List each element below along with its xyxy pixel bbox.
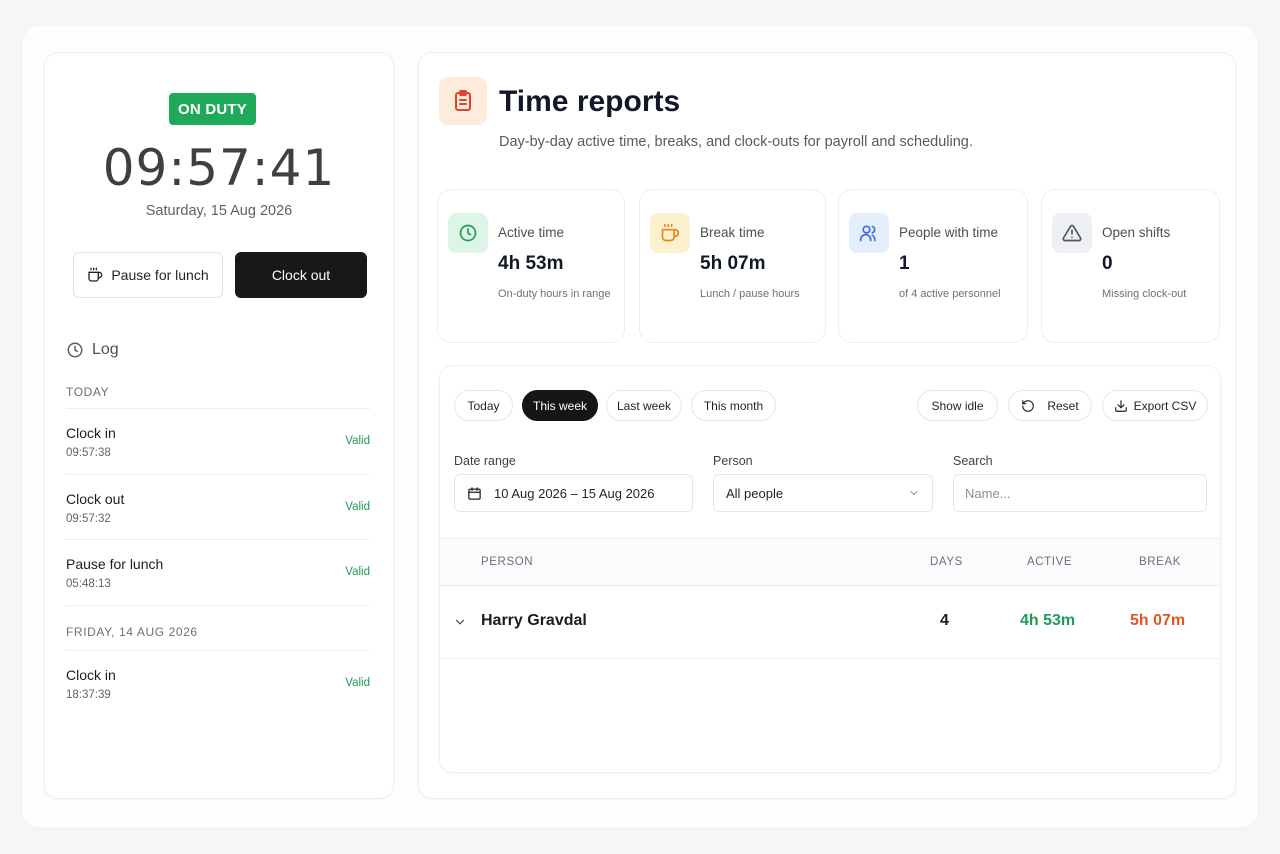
rotate-icon xyxy=(1021,399,1035,413)
clock-panel: ON DUTY 09:57:41 Saturday, 15 Aug 2026 P… xyxy=(44,52,394,799)
chevron-down-icon xyxy=(908,487,920,499)
stat-caption: Lunch / pause hours xyxy=(700,288,800,300)
table-header: PERSON DAYS ACTIVE BREAK xyxy=(440,538,1220,586)
stat-label: Active time xyxy=(498,225,565,240)
stat-value: 0 xyxy=(1102,253,1113,274)
log-entry-time: 05:48:13 xyxy=(66,578,111,590)
log-entry-status: Valid xyxy=(345,566,370,578)
history-clock-icon xyxy=(66,341,84,359)
log-entry-status: Valid xyxy=(345,435,370,447)
status-badge: ON DUTY xyxy=(169,93,256,125)
stat-caption: On-duty hours in range xyxy=(498,288,611,300)
stat-card-open-shifts: Open shifts 0 Missing clock-out xyxy=(1041,189,1220,343)
log-group-label: FRIDAY, 14 AUG 2026 xyxy=(66,606,370,651)
stat-caption: of 4 active personnel xyxy=(899,288,1001,300)
log-header: Log xyxy=(66,341,119,359)
row-break: 5h 07m xyxy=(1130,612,1186,629)
reset-label: Reset xyxy=(1047,398,1079,413)
log-entry-title: Clock in xyxy=(66,425,116,441)
clock-out-button[interactable]: Clock out xyxy=(235,252,367,298)
person-select-value: All people xyxy=(726,485,784,501)
users-icon xyxy=(849,213,889,253)
chip-this-month[interactable]: This month xyxy=(691,390,776,421)
pause-for-lunch-button[interactable]: Pause for lunch xyxy=(73,252,223,298)
column-days[interactable]: DAYS xyxy=(930,556,963,568)
search-placeholder: Name... xyxy=(965,485,1011,501)
row-days: 4 xyxy=(940,612,949,629)
person-select[interactable]: All people xyxy=(713,474,933,512)
reports-panel: Time reports Day-by-day active time, bre… xyxy=(418,52,1236,799)
log-entry-title: Clock out xyxy=(66,490,125,507)
stat-caption: Missing clock-out xyxy=(1102,288,1187,300)
coffee-icon xyxy=(650,213,690,253)
stat-label: Break time xyxy=(700,225,765,240)
date-range-value: 10 Aug 2026 – 15 Aug 2026 xyxy=(494,485,655,501)
page-subtitle: Day-by-day active time, breaks, and cloc… xyxy=(499,134,973,150)
search-input[interactable]: Name... xyxy=(953,474,1207,512)
column-person[interactable]: PERSON xyxy=(481,556,533,568)
stat-value: 4h 53m xyxy=(498,253,564,274)
reset-button[interactable]: Reset xyxy=(1008,390,1092,421)
column-break[interactable]: BREAK xyxy=(1139,556,1181,568)
row-person: Harry Gravdal xyxy=(481,612,587,629)
clock-icon xyxy=(448,213,488,253)
log-entry: Pause for lunch 05:48:13 Valid xyxy=(66,540,370,606)
search-label: Search xyxy=(953,454,993,468)
date-range-label: Date range xyxy=(454,454,516,468)
stat-card-people-with-time: People with time 1 of 4 active personnel xyxy=(838,189,1028,343)
download-icon xyxy=(1114,399,1128,413)
chip-today[interactable]: Today xyxy=(454,390,513,421)
table-row[interactable]: Harry Gravdal 4 4h 53m 5h 07m xyxy=(440,586,1220,659)
stat-card-break-time: Break time 5h 07m Lunch / pause hours xyxy=(639,189,826,343)
calendar-icon xyxy=(467,486,482,501)
log-entry: Clock out 09:57:32 Valid xyxy=(66,475,370,540)
person-label: Person xyxy=(713,454,753,468)
stat-value: 1 xyxy=(899,253,910,274)
stat-label: Open shifts xyxy=(1102,225,1171,240)
show-idle-button[interactable]: Show idle xyxy=(917,390,998,421)
chip-last-week[interactable]: Last week xyxy=(606,390,682,421)
log-title: Log xyxy=(92,341,119,358)
stat-value: 5h 07m xyxy=(700,253,766,274)
log-entry-time: 09:57:38 xyxy=(66,447,111,459)
coffee-icon xyxy=(87,267,103,283)
log-entry: Clock in 18:37:39 Valid xyxy=(66,651,370,717)
log-entry: Clock in 09:57:38 Valid xyxy=(66,409,370,475)
log-group-label: TODAY xyxy=(66,375,370,409)
report-table-card: Today This week Last week This month Sho… xyxy=(439,365,1221,773)
alert-triangle-icon xyxy=(1052,213,1092,253)
log-entry-title: Pause for lunch xyxy=(66,556,164,572)
chip-this-week[interactable]: This week xyxy=(522,390,598,421)
page-title: Time reports xyxy=(499,85,681,118)
current-date: Saturday, 15 Aug 2026 xyxy=(145,203,293,219)
log-entry-time: 09:57:32 xyxy=(66,512,111,525)
log-entry-title: Clock in xyxy=(66,666,116,683)
log-entry-time: 18:37:39 xyxy=(66,688,111,701)
current-time: 09:57:41 xyxy=(102,139,336,197)
column-active[interactable]: ACTIVE xyxy=(1027,556,1072,568)
log-entry-status: Valid xyxy=(345,500,370,513)
log-entry-status: Valid xyxy=(345,676,370,689)
chevron-down-icon[interactable] xyxy=(453,615,467,629)
log-list: TODAY Clock in 09:57:38 Valid Clock out … xyxy=(66,375,370,716)
export-label: Export CSV xyxy=(1133,398,1197,413)
pause-button-label: Pause for lunch xyxy=(111,267,209,283)
row-active: 4h 53m xyxy=(1020,612,1076,629)
clipboard-icon xyxy=(439,77,487,125)
export-csv-button[interactable]: Export CSV xyxy=(1102,390,1208,421)
date-range-field[interactable]: 10 Aug 2026 – 15 Aug 2026 xyxy=(454,474,693,512)
stat-card-active-time: Active time 4h 53m On-duty hours in rang… xyxy=(437,189,625,343)
stat-label: People with time xyxy=(899,225,999,240)
